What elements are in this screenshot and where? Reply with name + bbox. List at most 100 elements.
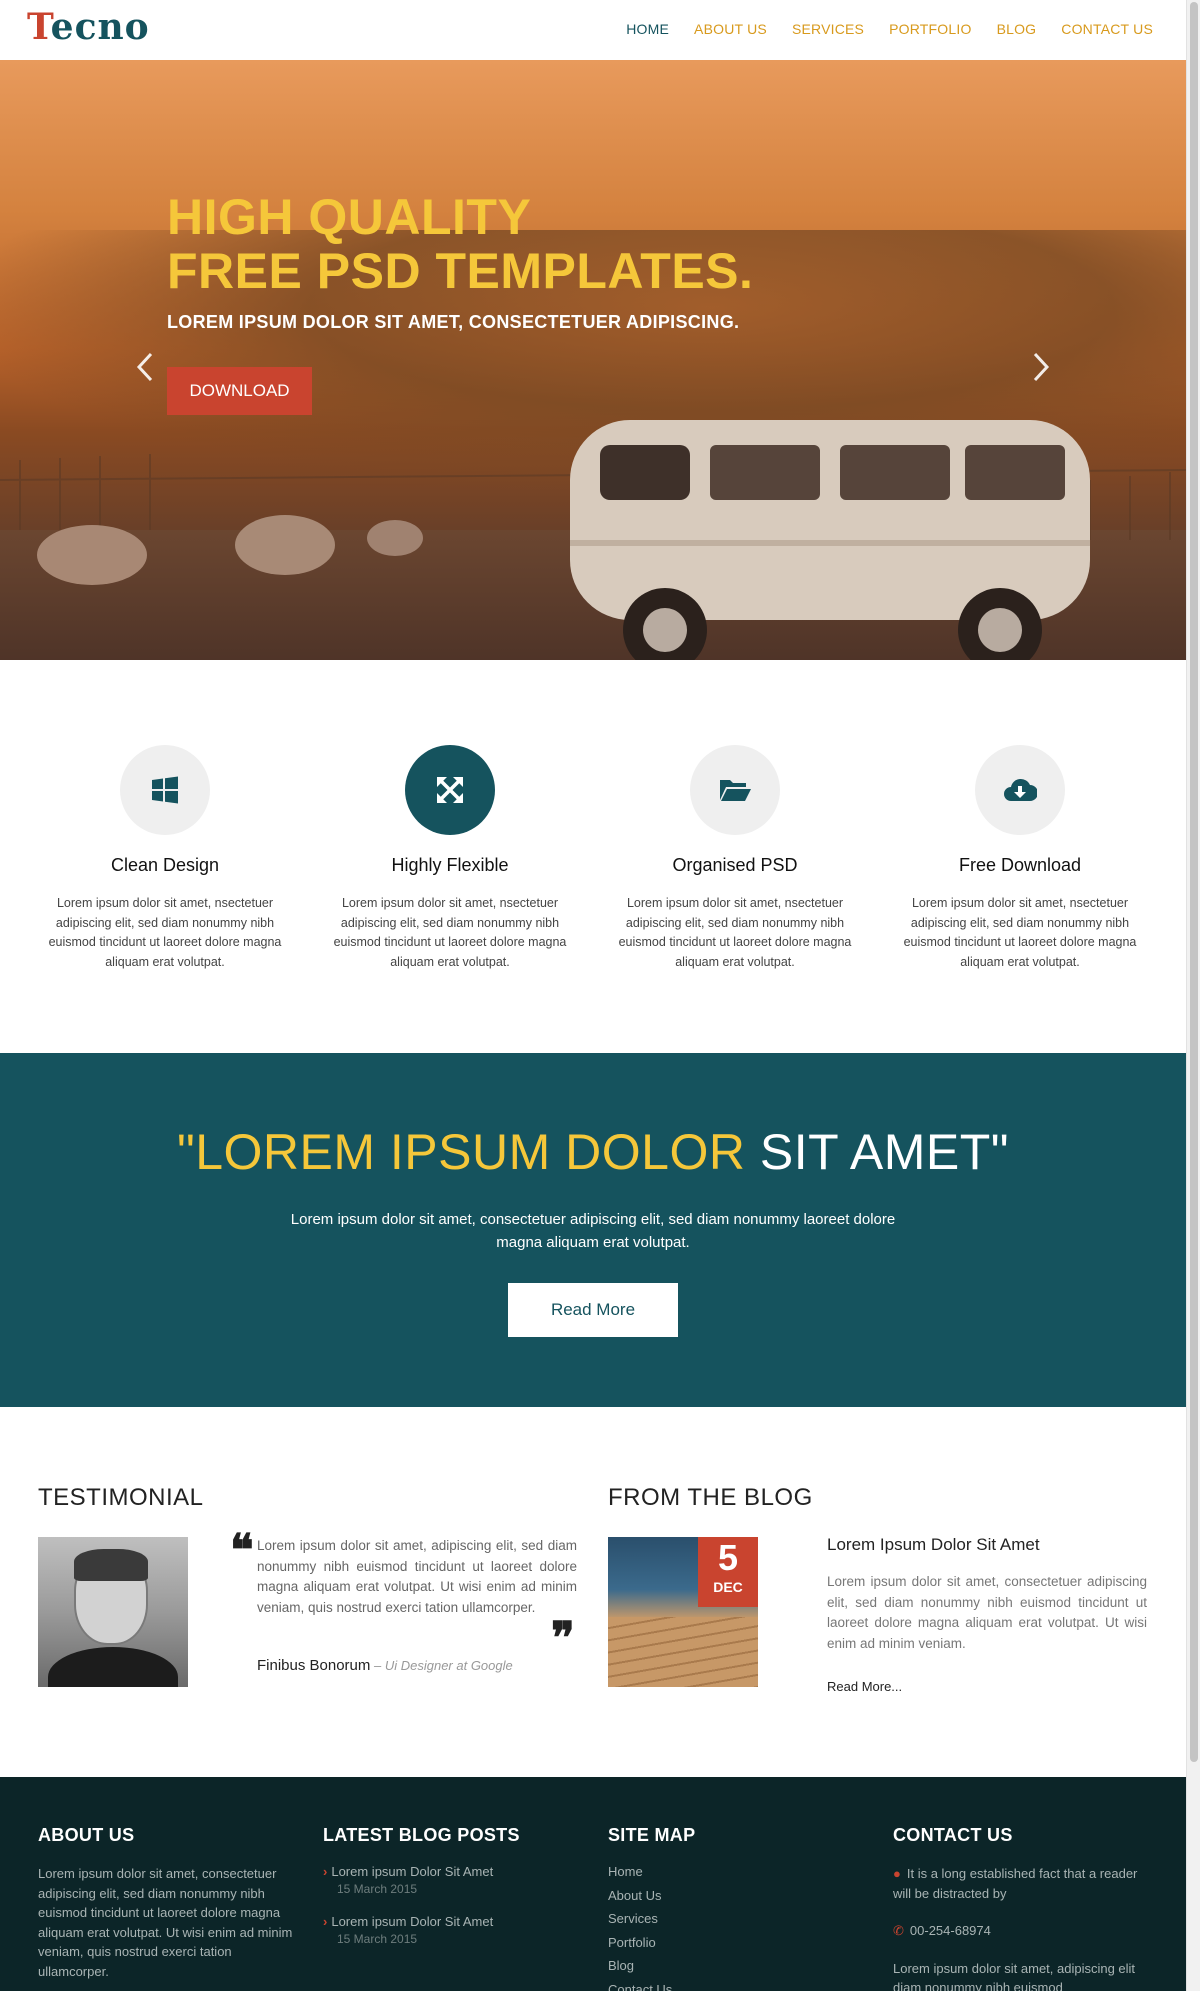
- hero-illustration: [0, 420, 1186, 660]
- windows-icon: [120, 745, 210, 835]
- contact-address-text: It is a long established fact that a rea…: [893, 1866, 1138, 1901]
- contact-phone: ✆ 00-254-68974: [893, 1921, 1148, 1941]
- scrollbar-thumb[interactable]: [1190, 2, 1198, 1762]
- expand-arrows-icon: [405, 745, 495, 835]
- footer-post-date: 15 March 2015: [337, 1932, 418, 1946]
- site-footer: ABOUT US Lorem ipsum dolor sit amet, con…: [0, 1777, 1186, 1991]
- feature-organised-psd: Organised PSD Lorem ipsum dolor sit amet…: [613, 745, 857, 972]
- feature-title: Organised PSD: [672, 855, 798, 875]
- author-name: Finibus Bonorum: [257, 1657, 371, 1674]
- scrollbar[interactable]: [1186, 0, 1200, 1991]
- footer-about-heading: ABOUT US: [38, 1825, 135, 1845]
- feature-text: Lorem ipsum dolor sit amet, nsectetuer a…: [903, 896, 1137, 969]
- author-role: – Ui Designer at Google: [370, 1658, 513, 1673]
- rock: [367, 520, 423, 556]
- hero-subtitle: LOREM IPSUM DOLOR SIT AMET, CONSECTETUER…: [167, 312, 740, 332]
- van: [570, 420, 1090, 660]
- page: Tecno HOME ABOUT US SERVICES PORTFOLIO B…: [0, 0, 1186, 1991]
- nav-home[interactable]: HOME: [626, 21, 669, 37]
- avatar-hair: [74, 1549, 148, 1581]
- footer-about-text: Lorem ipsum dolor sit amet, consectetuer…: [38, 1866, 293, 1979]
- sitemap-about-us[interactable]: About Us: [608, 1884, 863, 1908]
- quote-band: "LOREM IPSUM DOLOR SIT AMET" Lorem ipsum…: [0, 1053, 1186, 1407]
- logo-initial: T: [27, 6, 51, 48]
- footer-latest-posts: LATEST BLOG POSTS › Lorem ipsum Dolor Sit…: [323, 1825, 578, 1946]
- nav-portfolio[interactable]: PORTFOLIO: [889, 21, 971, 37]
- sitemap-portfolio[interactable]: Portfolio: [608, 1931, 863, 1955]
- feature-title: Highly Flexible: [391, 855, 509, 875]
- logo[interactable]: Tecno: [27, 6, 150, 48]
- main-nav: HOME ABOUT US SERVICES PORTFOLIO BLOG CO…: [601, 21, 1153, 37]
- date-month: DEC: [713, 1579, 743, 1595]
- footer-contact-heading: CONTACT US: [893, 1825, 1013, 1845]
- date-day: 5: [717, 1537, 739, 1578]
- read-more-button[interactable]: Read More: [508, 1283, 678, 1337]
- footer-post-title: Lorem ipsum Dolor Sit Amet: [331, 1864, 494, 1879]
- avatar-body: [48, 1647, 178, 1687]
- blog-post-excerpt: Lorem ipsum dolor sit amet, consectetuer…: [827, 1574, 1147, 1651]
- contact-phone-text: 00-254-68974: [909, 1923, 991, 1938]
- band-heading-white: SIT AMET": [745, 1124, 1010, 1180]
- chevron-right-icon[interactable]: [1027, 350, 1053, 384]
- chevron-right-icon: ›: [323, 1914, 328, 1929]
- map-marker-icon: ●: [893, 1866, 901, 1881]
- footer-about: ABOUT US Lorem ipsum dolor sit amet, con…: [38, 1825, 293, 1981]
- hero-title-line-1: HIGH QUALITY: [167, 189, 532, 245]
- blog-thumbnail-deck: [608, 1617, 758, 1687]
- rock: [235, 515, 335, 575]
- hero-slider: HIGH QUALITY FREE PSD TEMPLATES. LOREM I…: [0, 60, 1186, 660]
- features-section: Clean Design Lorem ipsum dolor sit amet,…: [0, 660, 1186, 1053]
- site-header: Tecno HOME ABOUT US SERVICES PORTFOLIO B…: [0, 0, 1186, 60]
- feature-free-download: Free Download Lorem ipsum dolor sit amet…: [898, 745, 1142, 972]
- nav-contact-us[interactable]: CONTACT US: [1061, 21, 1153, 37]
- testimonial-text: Lorem ipsum dolor sit amet, adipiscing e…: [257, 1538, 577, 1615]
- rock: [37, 525, 147, 585]
- hero-title: HIGH QUALITY FREE PSD TEMPLATES.: [167, 190, 753, 298]
- footer-post-date: 15 March 2015: [337, 1882, 418, 1896]
- footer-post[interactable]: › Lorem ipsum Dolor Sit Amet 15 March 201…: [323, 1914, 578, 1946]
- sitemap-home[interactable]: Home: [608, 1860, 863, 1884]
- quote-close-icon: ❞: [551, 1613, 575, 1664]
- phone-icon: ✆: [893, 1923, 904, 1938]
- avatar: [38, 1537, 188, 1687]
- band-text: Lorem ipsum dolor sit amet, consectetuer…: [290, 1211, 896, 1251]
- sitemap-list: Home About Us Services Portfolio Blog Co…: [608, 1860, 863, 1991]
- cloud-download-icon: [975, 745, 1065, 835]
- blog-read-more-link[interactable]: Read More...: [827, 1679, 902, 1694]
- feature-text: Lorem ipsum dolor sit amet, nsectetuer a…: [618, 896, 852, 969]
- nav-blog[interactable]: BLOG: [997, 21, 1037, 37]
- download-button[interactable]: DOWNLOAD: [167, 367, 312, 415]
- footer-post-title: Lorem ipsum Dolor Sit Amet: [331, 1914, 494, 1929]
- hero-title-line-2: FREE PSD TEMPLATES.: [167, 243, 754, 299]
- sitemap-blog[interactable]: Blog: [608, 1954, 863, 1978]
- footer-post[interactable]: › Lorem ipsum Dolor Sit Amet 15 March 201…: [323, 1864, 578, 1896]
- chevron-left-icon[interactable]: [133, 350, 159, 384]
- band-heading: "LOREM IPSUM DOLOR SIT AMET": [0, 1123, 1186, 1181]
- feature-text: Lorem ipsum dolor sit amet, nsectetuer a…: [48, 896, 282, 969]
- sitemap-contact-us[interactable]: Contact Us: [608, 1978, 863, 1991]
- chevron-right-icon: ›: [323, 1864, 328, 1879]
- footer-contact: CONTACT US ● It is a long established fac…: [893, 1825, 1148, 1991]
- quote-open-icon: ❝: [230, 1525, 254, 1576]
- band-heading-yellow: "LOREM IPSUM DOLOR: [176, 1124, 746, 1180]
- nav-services[interactable]: SERVICES: [792, 21, 864, 37]
- logo-text: ecno: [50, 6, 150, 48]
- feature-title: Clean Design: [110, 855, 220, 875]
- feature-highly-flexible: Highly Flexible Lorem ipsum dolor sit am…: [328, 745, 572, 972]
- nav-about-us[interactable]: ABOUT US: [694, 21, 767, 37]
- folder-open-icon: [690, 745, 780, 835]
- feature-title: Free Download: [958, 855, 1082, 875]
- contact-text: Lorem ipsum dolor sit amet, adipiscing e…: [893, 1960, 1136, 1991]
- blog-post-title[interactable]: Lorem Ipsum Dolor Sit Amet: [827, 1535, 1040, 1555]
- footer-sitemap-heading: SITE MAP: [608, 1825, 696, 1845]
- contact-address: ● It is a long established fact that a re…: [893, 1864, 1148, 1903]
- testimonial-author: Finibus Bonorum – Ui Designer at Google: [257, 1657, 513, 1674]
- testimonial-heading: TESTIMONIAL: [38, 1484, 204, 1511]
- footer-posts-heading: LATEST BLOG POSTS: [323, 1825, 520, 1845]
- sitemap-services[interactable]: Services: [608, 1907, 863, 1931]
- footer-sitemap: SITE MAP Home About Us Services Portfoli…: [608, 1825, 863, 1991]
- blog-heading: FROM THE BLOG: [608, 1484, 813, 1511]
- feature-clean-design: Clean Design Lorem ipsum dolor sit amet,…: [43, 745, 287, 972]
- feature-text: Lorem ipsum dolor sit amet, nsectetuer a…: [333, 896, 567, 969]
- date-badge: 5 DEC: [698, 1537, 758, 1607]
